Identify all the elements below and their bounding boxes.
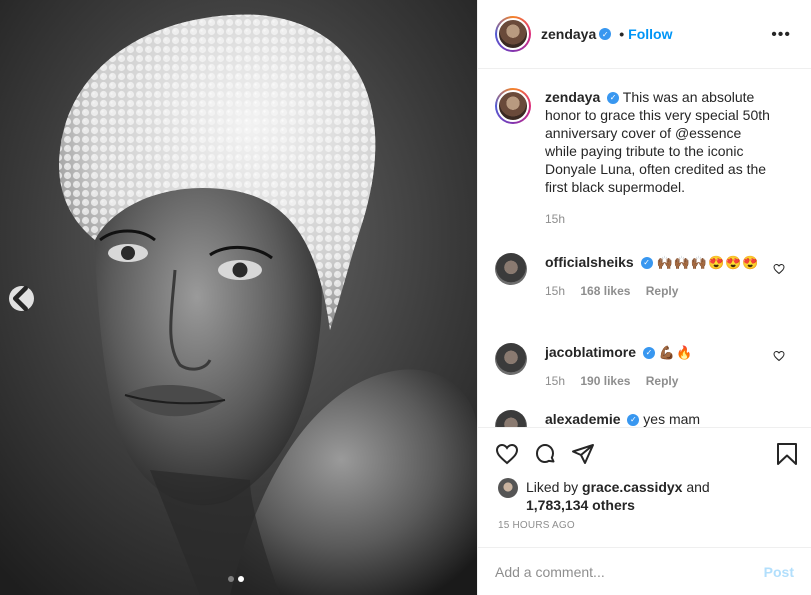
comment-item: officialsheiks ✓ 🙌🏾🙌🏾🙌🏾😍😍😍 15h 168 likes… [495,253,795,300]
comment-time: 15h [545,374,566,388]
comments-list[interactable]: zendaya ✓ This was an absolute honor to … [478,70,811,427]
comment-text: yes mam [643,411,701,427]
heart-icon[interactable] [495,442,519,466]
commenter-avatar[interactable] [495,343,527,375]
reply-button[interactable]: Reply [646,284,679,298]
verified-icon: ✓ [640,257,653,270]
reply-button[interactable]: Reply [646,374,679,388]
portrait-image [0,0,477,595]
commenter-username[interactable]: alexademie [545,411,621,427]
comment-input[interactable]: Add a comment... [495,564,764,580]
bookmark-icon[interactable] [776,442,798,466]
carousel-dot [228,576,234,582]
liker-avatar[interactable] [498,478,518,498]
follow-label: Follow [628,26,673,42]
post-actions: Liked by grace.cassidyx and 1,783,134 ot… [478,427,811,547]
share-icon[interactable] [571,442,595,466]
comment-like-heart-icon[interactable] [773,263,785,275]
post-panel: zendaya ✓ • Follow ••• zendaya ✓ This was… [477,0,811,595]
previous-photo-button[interactable] [9,286,34,311]
comment-item: jacoblatimore ✓ 💪🏾🔥 15h 190 likes Reply [495,343,795,390]
carousel-indicator [228,576,244,582]
liker-username[interactable]: grace.cassidyx [582,479,682,495]
comment-icon[interactable] [533,442,557,466]
comment-likes[interactable]: 190 likes [580,374,630,388]
commenter-username[interactable]: officialsheiks [545,254,634,270]
likes-count[interactable]: 1,783,134 others [526,497,635,513]
post-header: zendaya ✓ • Follow ••• [478,0,811,69]
likes-summary: Liked by grace.cassidyx and 1,783,134 ot… [498,478,710,514]
author-username[interactable]: zendaya [541,26,596,42]
comment-like-heart-icon[interactable] [773,350,785,362]
comment-text: 💪🏾🔥 [658,345,694,360]
commenter-avatar[interactable] [495,410,527,427]
comment-text: 🙌🏾🙌🏾🙌🏾😍😍😍 [656,255,760,270]
carousel-dot-active [238,576,244,582]
liked-by-and: and [686,479,710,495]
caption-avatar[interactable] [495,88,531,124]
comment-item: alexademie ✓ yes mam [495,410,795,427]
liked-by-prefix: Liked by [526,479,579,495]
post-timestamp[interactable]: 15 HOURS AGO [498,520,575,531]
comment-time: 15h [545,284,566,298]
commenter-username[interactable]: jacoblatimore [545,344,636,360]
comment-likes[interactable]: 168 likes [580,284,630,298]
post-comment-button[interactable]: Post [764,564,794,580]
verified-icon: ✓ [642,347,655,360]
more-icon[interactable]: ••• [771,26,791,44]
post-photo [0,0,477,595]
caption-author[interactable]: zendaya [545,89,600,105]
caption-time: 15h [545,212,566,226]
add-comment-bar: Add a comment... Post [478,547,811,595]
caption: zendaya ✓ This was an absolute honor to … [495,88,795,228]
commenter-avatar[interactable] [495,253,527,285]
chevron-left-icon [12,286,28,311]
verified-icon: ✓ [599,28,612,40]
verified-icon: ✓ [607,92,620,105]
separator-bullet: • [619,26,625,42]
author-avatar[interactable] [495,16,531,52]
verified-icon: ✓ [627,414,640,427]
follow-button[interactable]: • Follow [619,26,672,42]
